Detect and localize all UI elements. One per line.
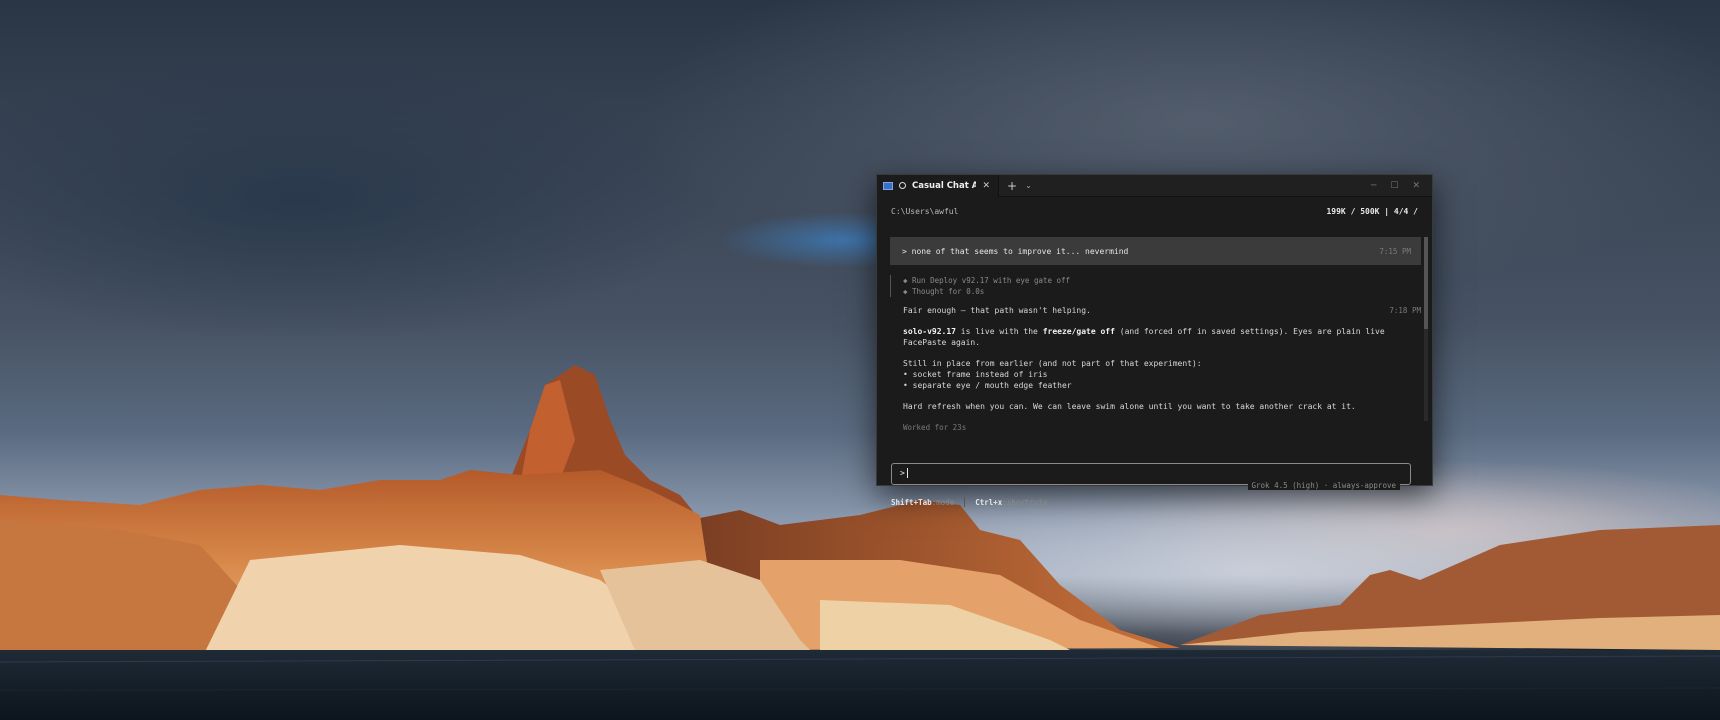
para1-mid: is live with the <box>955 327 1043 336</box>
para2-intro: Still in place from earlier (and not par… <box>903 359 1202 368</box>
terminal-window[interactable]: Casual Chat About P ✕ + ⌄ ─ ☐ ✕ C:\Users… <box>876 174 1433 507</box>
tool-activity: ◆ Run Deploy v92.17 with eye gate off ◆ … <box>890 275 1421 297</box>
assistant-reply: Fair enough — that path wasn't helping. … <box>890 305 1421 433</box>
tab-active[interactable]: Casual Chat About P ✕ <box>877 174 999 197</box>
worked-duration: Worked for 23s <box>903 423 967 432</box>
divider <box>964 497 966 507</box>
tool-line: ◆ Run Deploy v92.17 with eye gate off <box>903 276 1071 285</box>
reply-paragraph-3: Hard refresh when you can. We can leave … <box>903 402 1356 411</box>
list-item: • socket frame instead of iris <box>903 370 1048 379</box>
mode-label: :mode <box>931 497 955 507</box>
chat-log[interactable]: > none of that seems to improve it... ne… <box>890 237 1428 432</box>
token-stats: 199K / 500K | 4/4 / <box>1326 207 1418 216</box>
circle-icon <box>899 182 906 189</box>
reply-time: 7:18 PM <box>1389 306 1421 315</box>
para1-rest: (and forced off in saved settings). Eyes… <box>1114 327 1385 336</box>
close-button[interactable]: ✕ <box>1412 181 1420 191</box>
tab-title: Casual Chat About P <box>912 180 977 191</box>
user-message: > none of that seems to improve it... ne… <box>890 237 1421 265</box>
reply-first-line: Fair enough — that path wasn't helping. <box>903 306 1091 315</box>
prompt-input[interactable]: > Grok 4.5 (high) · always-approve <box>891 463 1411 490</box>
title-bar[interactable]: Casual Chat About P ✕ + ⌄ ─ ☐ ✕ <box>877 174 1432 197</box>
terminal-icon <box>883 181 893 190</box>
close-tab-icon[interactable]: ✕ <box>982 181 990 191</box>
para1-line2: FacePaste again. <box>903 338 981 347</box>
scrollbar-thumb[interactable] <box>1424 237 1428 329</box>
shortcut-footer: Shift+Tab:mode Ctrl+x:shortcuts <box>891 497 1047 507</box>
mode-hint: Shift+Tab:mode <box>891 498 954 507</box>
reply-paragraph-2: Still in place from earlier (and not par… <box>903 358 1421 391</box>
freeze-gate-label: freeze/gate off <box>1042 327 1115 336</box>
shortcuts-key: Ctrl+x <box>975 497 1003 507</box>
minimize-button[interactable]: ─ <box>1371 181 1376 191</box>
maximize-button[interactable]: ☐ <box>1390 181 1398 191</box>
list-item: • separate eye / mouth edge feather <box>903 381 1072 390</box>
reply-paragraph-1: solo-v92.17 is live with the freeze/gate… <box>903 326 1421 348</box>
text-caret <box>906 468 908 478</box>
desktop-wallpaper <box>0 365 1720 720</box>
user-message-time: 7:15 PM <box>1379 246 1411 256</box>
shortcuts-hint: Ctrl+x:shortcuts <box>975 498 1047 507</box>
version-label: solo-v92.17 <box>903 327 956 336</box>
new-tab-button[interactable]: + <box>1007 179 1017 193</box>
shortcuts-label: :shortcuts <box>1002 497 1048 507</box>
model-label: Grok 4.5 (high) · always-approve <box>1247 481 1400 490</box>
cwd-path: C:\Users\awful <box>891 207 959 216</box>
prompt-symbol: > <box>900 468 905 478</box>
mode-key: Shift+Tab <box>891 497 932 507</box>
chevron-down-icon[interactable]: ⌄ <box>1025 181 1032 190</box>
tool-line: ◆ Thought for 0.0s <box>903 287 985 296</box>
user-message-text: > none of that seems to improve it... ne… <box>902 246 1129 256</box>
